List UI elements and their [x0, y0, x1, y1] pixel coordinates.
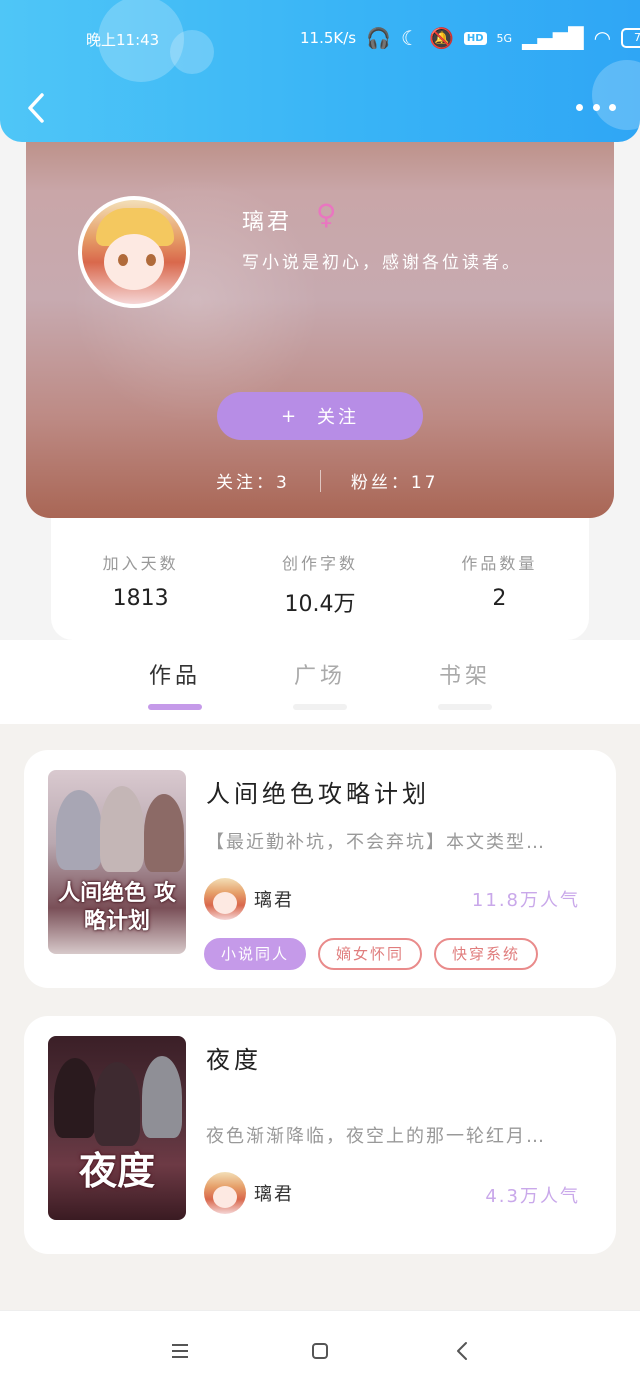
cover-figure [54, 1058, 96, 1138]
cover-figure [142, 1056, 182, 1138]
cover-title: 夜度 [78, 1149, 155, 1193]
author-name-small: 璃君 [254, 890, 294, 911]
author-avatar-small [204, 878, 246, 920]
plus-icon: + [280, 405, 300, 427]
author-name: 璃君 [242, 210, 293, 235]
more-dot-icon [592, 103, 600, 111]
mute-bell-icon: 🔕 [428, 26, 454, 50]
moon-icon: ☾ [401, 26, 419, 50]
profile-card: 璃君 ♀ 写小说是初心，感谢各位读者。 + 关注 关注：3 粉丝：17 [26, 120, 614, 518]
more-dot-icon [609, 103, 616, 111]
female-icon: ♀ [316, 198, 337, 231]
cover-figure [94, 1062, 140, 1146]
stat-value: 10.4万 [284, 592, 356, 617]
system-nav-bar [0, 1310, 640, 1387]
tab-works[interactable]: 作品 [120, 658, 230, 710]
fans-count[interactable]: 粉丝：17 [351, 468, 439, 493]
tab-indicator [293, 704, 347, 710]
tab-square[interactable]: 广场 [265, 658, 375, 710]
stat-label: 加入天数 [102, 554, 179, 573]
tab-label: 广场 [293, 664, 346, 689]
divider [319, 469, 321, 492]
stats-card: 加入天数 1813 创作字数 10.4万 作品数量 2 [51, 518, 589, 640]
works-list: 人间绝色 攻略计划 人间绝色攻略计划 【最近勤补坑，不会弃坑】本文类型… 璃君 … [0, 724, 640, 1310]
cover-figure [144, 794, 184, 872]
book-cover[interactable]: 人间绝色 攻略计划 [48, 770, 186, 954]
cover-figure [100, 786, 144, 872]
system-back-button[interactable] [442, 1331, 482, 1371]
network-type: 5G [496, 31, 513, 45]
avatar-eye [146, 254, 156, 266]
stat-label: 创作字数 [281, 554, 358, 573]
tab-label: 书架 [438, 664, 491, 689]
follow-button[interactable]: + 关注 [217, 392, 423, 440]
follow-label: 关注 [317, 407, 360, 428]
follow-stats: 关注：3 粉丝：17 [216, 468, 438, 493]
status-time: 晚上11:43 [86, 31, 160, 49]
tab-bookshelf[interactable]: 书架 [410, 658, 520, 710]
chevron-left-icon [457, 1342, 467, 1360]
author-avatar-small [204, 1172, 246, 1214]
popularity: 11.8万人气 [471, 890, 580, 911]
stat-value: 1813 [112, 586, 169, 611]
more-dot-icon [576, 103, 583, 111]
top-header: 晚上11:43 11.5K/s 🎧 ☾ 🔕 HD 5G ▂▄▆█ ◠ 70 [0, 0, 640, 142]
book-author[interactable]: 璃君 [204, 878, 294, 920]
hd-icon: HD [463, 31, 487, 45]
menu-icon [172, 1344, 188, 1358]
wifi-icon: ◠ [593, 26, 612, 50]
book-card[interactable]: 人间绝色 攻略计划 人间绝色攻略计划 【最近勤补坑，不会弃坑】本文类型… 璃君 … [24, 750, 616, 988]
book-title[interactable]: 夜度 [206, 1040, 262, 1075]
network-speed: 11.5K/s [300, 29, 357, 47]
square-icon [312, 1343, 328, 1359]
tag-list: 小说同人 嫡女怀同 快穿系统 [204, 938, 539, 970]
book-description: 【最近勤补坑，不会弃坑】本文类型… [206, 832, 546, 853]
book-description: 夜色渐渐降临，夜空上的那一轮红月… [206, 1126, 546, 1147]
stat-works-count: 作品数量 2 [410, 518, 589, 640]
stat-label: 作品数量 [461, 554, 538, 573]
cover-figure [56, 790, 102, 870]
tab-indicator [438, 704, 492, 710]
tag[interactable]: 嫡女怀同 [318, 938, 423, 970]
tab-label: 作品 [148, 664, 201, 689]
battery-icon: 70 [621, 28, 640, 48]
status-icons: 11.5K/s 🎧 ☾ 🔕 HD 5G ▂▄▆█ ◠ 70 [300, 26, 640, 50]
tag[interactable]: 快穿系统 [434, 938, 539, 970]
book-card[interactable]: 夜度 夜度 夜色渐渐降临，夜空上的那一轮红月… 璃君 4.3万人气 [24, 1016, 616, 1254]
stat-join-days: 加入天数 1813 [51, 518, 230, 640]
status-bar: 晚上11:43 11.5K/s 🎧 ☾ 🔕 HD 5G ▂▄▆█ ◠ 70 [0, 24, 640, 56]
author-bio: 写小说是初心，感谢各位读者。 [242, 253, 522, 273]
author-avatar[interactable] [78, 196, 190, 308]
tab-bar: 作品 广场 书架 [0, 640, 640, 724]
cover-title: 人间绝色 攻略计划 [58, 881, 176, 934]
book-cover[interactable]: 夜度 [48, 1036, 186, 1220]
chevron-left-icon [28, 93, 44, 123]
following-count[interactable]: 关注：3 [216, 468, 290, 493]
tag[interactable]: 小说同人 [204, 938, 307, 970]
back-button[interactable] [18, 88, 54, 128]
book-title[interactable]: 人间绝色攻略计划 [206, 774, 430, 809]
signal-icon: ▂▄▆█ [522, 26, 584, 50]
author-name-small: 璃君 [254, 1184, 294, 1205]
avatar-eye [118, 254, 128, 266]
more-menu-button[interactable] [576, 92, 616, 122]
headphones-icon: 🎧 [366, 26, 392, 50]
home-button[interactable] [300, 1331, 340, 1371]
stat-word-count: 创作字数 10.4万 [230, 518, 409, 640]
book-author[interactable]: 璃君 [204, 1172, 294, 1214]
stat-value: 2 [492, 586, 507, 611]
recents-button[interactable] [160, 1331, 200, 1371]
popularity: 4.3万人气 [485, 1186, 580, 1207]
tab-indicator [148, 704, 202, 710]
